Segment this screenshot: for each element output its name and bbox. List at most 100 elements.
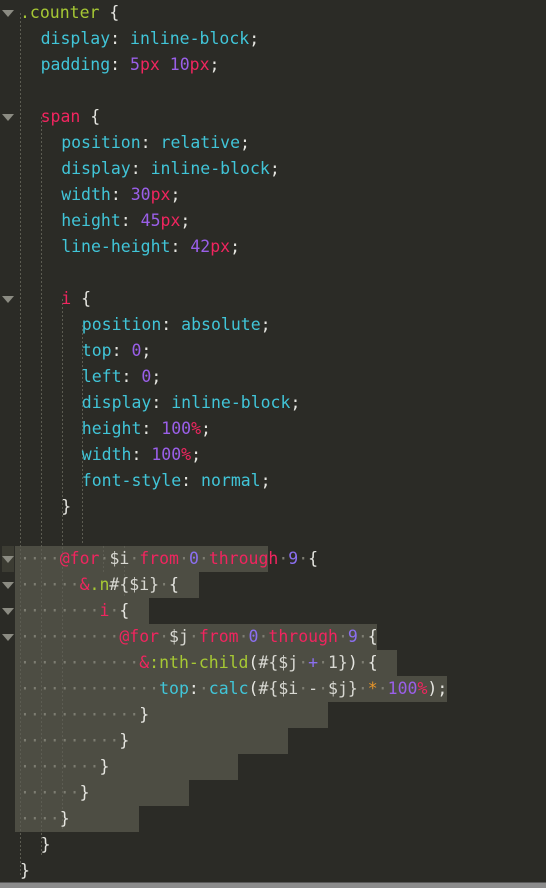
code-token: width [61,185,111,204]
code-token: #{$i} [109,575,160,594]
code-line[interactable]: } [0,494,546,520]
editor-gutter[interactable] [0,0,15,888]
code-line[interactable]: left: 0; [0,364,546,390]
code-line[interactable]: padding: 5px 10px; [0,52,546,78]
code-line[interactable]: ····} [0,806,546,832]
code-token: · [318,653,328,672]
code-token: : [130,159,151,178]
code-token: ; [260,471,271,490]
code-line[interactable]: top: 0; [0,338,546,364]
code-line[interactable]: ········i·{ [0,598,546,624]
code-line[interactable]: ········} [0,754,546,780]
code-token: line-height [61,237,171,256]
code-token: position [81,315,162,334]
code-line[interactable]: } [0,858,546,884]
code-line-text: padding: 5px 10px; [41,52,220,78]
code-token: 100 [387,679,418,698]
code-line[interactable]: height: 45px; [0,208,546,234]
code-line[interactable] [0,78,546,104]
code-token: { [119,601,130,620]
code-token: height [61,211,121,230]
code-line-text: left: 0; [82,364,162,390]
code-token: + [308,653,319,672]
code-line[interactable]: ············} [0,702,546,728]
code-token: px [139,55,160,74]
code-line[interactable]: ····@for·$i·from·0·through·9·{ [0,546,546,572]
code-token: { [81,289,91,308]
code-token: 5 [130,55,140,74]
code-line[interactable]: i { [0,286,546,312]
code-token: : [181,471,202,490]
code-token: ) [347,653,358,672]
fold-arrow-icon[interactable] [2,572,14,598]
code-line[interactable]: ··········@for·$j·from·0·through·9·{ [0,624,546,650]
code-token: 0 [131,341,142,360]
fold-arrow-icon[interactable] [2,0,14,26]
fold-arrow-icon[interactable] [2,286,14,312]
fold-arrow-icon[interactable] [2,546,14,572]
code-line[interactable]: .counter { [0,0,546,26]
code-line[interactable]: line-height: 42px; [0,234,546,260]
code-token: ···· [20,549,60,568]
code-token: : [161,315,182,334]
code-line-text: line-height: 42px; [61,234,240,260]
code-token: ; [180,211,191,230]
code-token: { [109,3,120,22]
code-line-text: position: relative; [61,130,250,156]
code-token: · [258,627,269,646]
code-token: 1} [328,653,348,672]
code-line[interactable]: ··········} [0,728,546,754]
code-token: absolute [181,315,261,334]
code-token: · [198,549,209,568]
fold-arrow-icon[interactable] [2,624,14,650]
code-line[interactable]: height: 100%; [0,416,546,442]
fold-arrow-icon[interactable] [2,598,14,624]
code-content[interactable]: .counter {display: inline-block; padding:… [0,0,546,888]
code-token: · [238,627,249,646]
code-editor[interactable]: .counter {display: inline-block; padding:… [0,0,546,888]
fold-arrow-icon[interactable] [2,104,14,130]
code-line[interactable]: position: relative; [0,130,546,156]
code-token: #{$i [258,679,299,698]
code-line[interactable]: ··············top:·calc(#{$i·-·$j}·*·100… [0,676,546,702]
code-line[interactable]: ······&.n#{$i}·{ [0,572,546,598]
code-token: $j [169,627,189,646]
code-token: : [188,679,199,698]
code-line[interactable]: width: 100%; [0,442,546,468]
code-token: inline-block [171,393,291,412]
code-line-text: display: inline-block; [41,26,260,52]
code-line[interactable]: ············&:nth-child(#{$j·+·1})·{ [0,650,546,676]
code-token: ; [230,237,241,256]
code-line[interactable]: font-style: normal; [0,468,546,494]
code-token: { [90,107,101,126]
code-token: calc [208,679,249,698]
code-token: span [40,107,81,126]
code-line[interactable]: span { [0,104,546,130]
code-token: ; [141,341,152,360]
code-line[interactable]: display: inline-block; [0,390,546,416]
code-token: :nth-child [149,653,249,672]
code-token: ( [248,653,259,672]
code-token: $i [109,549,130,568]
code-line-text: ····} [20,806,70,832]
code-line[interactable]: ······} [0,780,546,806]
code-line[interactable]: display: inline-block; [0,156,546,182]
code-token: · [188,627,199,646]
code-line[interactable] [0,520,546,546]
code-line[interactable]: display: inline-block; [0,26,546,52]
code-line[interactable]: position: absolute; [0,312,546,338]
code-token: inline-block [130,29,250,48]
code-line[interactable]: width: 30px; [0,182,546,208]
code-token: ······ [20,783,80,802]
code-line[interactable]: } [0,832,546,858]
code-token: #{$j [258,653,299,672]
code-token: ; [260,315,271,334]
status-bar[interactable] [0,882,546,888]
code-token: { [169,575,179,594]
code-line[interactable] [0,260,546,286]
code-token: 0 [141,367,152,386]
code-line-text: font-style: normal; [82,468,271,494]
